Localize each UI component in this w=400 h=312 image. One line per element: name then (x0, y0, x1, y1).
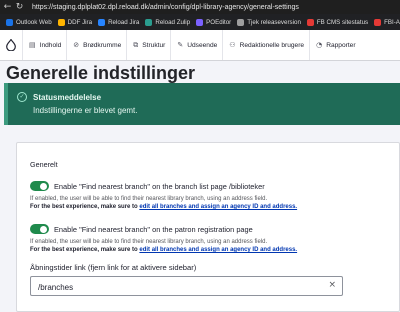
toolbar-item-rapporter[interactable]: ◔ Rapporter (309, 30, 360, 60)
toggle-description: If enabled, the user will be able to fin… (30, 196, 268, 202)
admin-toolbar: ▤ Indhold ⊘ Brødkrumme ⧉ Struktur ✎ Udseende… (0, 30, 400, 61)
note-text: For the best experience, make sure to (30, 247, 140, 253)
bookmark-label: Tjek releaseversion (247, 18, 301, 26)
favicon-icon (145, 18, 153, 26)
appearance-icon: ✎ (177, 41, 184, 49)
bookmark-label: POEditor (206, 18, 232, 26)
reload-icon[interactable]: ↻ (15, 0, 24, 14)
edit-branches-link[interactable]: edit all branches and assign an agency I… (139, 247, 297, 253)
bookmark-label: Reload Jira (108, 18, 140, 26)
toolbar-item-indhold[interactable]: ▤ Indhold (22, 30, 66, 60)
toggle-label: Enable "Find nearest branch" on the bran… (54, 182, 265, 191)
bookmark-label: Outlook Web (16, 18, 52, 26)
favicon-icon (237, 18, 245, 26)
toolbar-item-label: Udseende (187, 41, 218, 49)
toggle-label: Enable "Find nearest branch" on the patr… (54, 225, 253, 234)
bookmark-outlook-web[interactable]: Outlook Web (6, 18, 52, 26)
toggle-knob (40, 225, 47, 233)
drupal-logo-icon[interactable] (0, 30, 22, 60)
breadcrumb-icon: ⊘ (73, 41, 80, 49)
toggle-knob (40, 182, 47, 190)
bookmark-label: Reload Zulip (155, 18, 191, 26)
toolbar-item-label: Rapporter (326, 41, 356, 49)
general-settings-fieldset: Generelt Enable "Find nearest branch" on… (16, 142, 400, 312)
browser-address-bar: ← ↻ https://staging.dplplat02.dpl.reload… (0, 0, 400, 14)
edit-branches-link[interactable]: edit all branches and assign an agency I… (139, 204, 297, 210)
bookmark-poeditor[interactable]: POEditor (196, 18, 232, 26)
bookmark-fbi-a[interactable]: FBI-A (374, 18, 400, 26)
favicon-icon (98, 18, 106, 26)
check-circle-icon: ✓ (17, 92, 27, 102)
toolbar-item-redaktionelle-brugere[interactable]: ⚇ Redaktionelle brugere (222, 30, 309, 60)
close-icon[interactable]: × (328, 280, 336, 290)
bookmark-ddf-jira[interactable]: DDF Jira (57, 18, 93, 26)
bookmark-reload-jira[interactable]: Reload Jira (98, 18, 140, 26)
bookmark-reload-zulip[interactable]: Reload Zulip (145, 18, 191, 26)
toolbar-item-label: Brødkrumme (83, 41, 122, 49)
toggle-note: For the best experience, make sure to ed… (30, 204, 297, 210)
find-nearest-branch-registration-toggle[interactable] (30, 224, 49, 234)
users-icon: ⚇ (229, 41, 236, 49)
toggle-description: If enabled, the user will be able to fin… (30, 239, 268, 245)
status-text: Indstillingerne er blevet gemt. (33, 106, 138, 115)
opening-hours-input[interactable] (31, 278, 321, 297)
bookmarks-bar: Outlook Web DDF Jira Reload Jira Reload … (0, 14, 400, 30)
opening-hours-label: Åbningstider link (fjern link for at akt… (30, 263, 197, 272)
note-text: For the best experience, make sure to (30, 204, 140, 210)
toolbar-item-udseende[interactable]: ✎ Udseende (170, 30, 222, 60)
favicon-icon (57, 18, 65, 26)
url-field[interactable]: https://staging.dplplat02.dpl.reload.dk/… (32, 4, 299, 11)
opening-hours-field: × (30, 276, 343, 297)
reports-icon: ◔ (316, 41, 323, 49)
structure-icon: ⧉ (133, 40, 139, 49)
toolbar-item-label: Indhold (39, 41, 62, 49)
favicon-icon (306, 18, 314, 26)
toolbar-item-brodkrumme[interactable]: ⊘ Brødkrumme (66, 30, 126, 60)
toolbar-item-label: Struktur (142, 41, 166, 49)
document-icon: ▤ (29, 41, 36, 49)
status-message: ✓ Statusmeddelelse Indstillingerne er bl… (4, 83, 400, 125)
toolbar-item-struktur[interactable]: ⧉ Struktur (126, 30, 170, 60)
toolbar-item-label: Redaktionelle brugere (239, 41, 305, 49)
status-title: Statusmeddelelse (33, 93, 102, 102)
favicon-icon (6, 18, 13, 26)
favicon-icon (196, 18, 204, 26)
fieldset-legend: Generelt (30, 160, 58, 169)
bookmark-label: DDF Jira (67, 18, 93, 26)
page-title: Generelle indstillinger (6, 63, 196, 83)
find-nearest-branch-list-toggle[interactable] (30, 181, 49, 191)
bookmark-label: FBI-A (384, 18, 400, 26)
toggle-note: For the best experience, make sure to ed… (30, 247, 297, 253)
arrow-left-icon[interactable]: ← (3, 0, 12, 14)
favicon-icon (374, 18, 382, 26)
bookmark-label: FB CMS sitestatus (316, 18, 369, 26)
bookmark-tjek-releaseversion[interactable]: Tjek releaseversion (237, 18, 301, 26)
bookmark-fb-cms-sitestatus[interactable]: FB CMS sitestatus (306, 18, 369, 26)
